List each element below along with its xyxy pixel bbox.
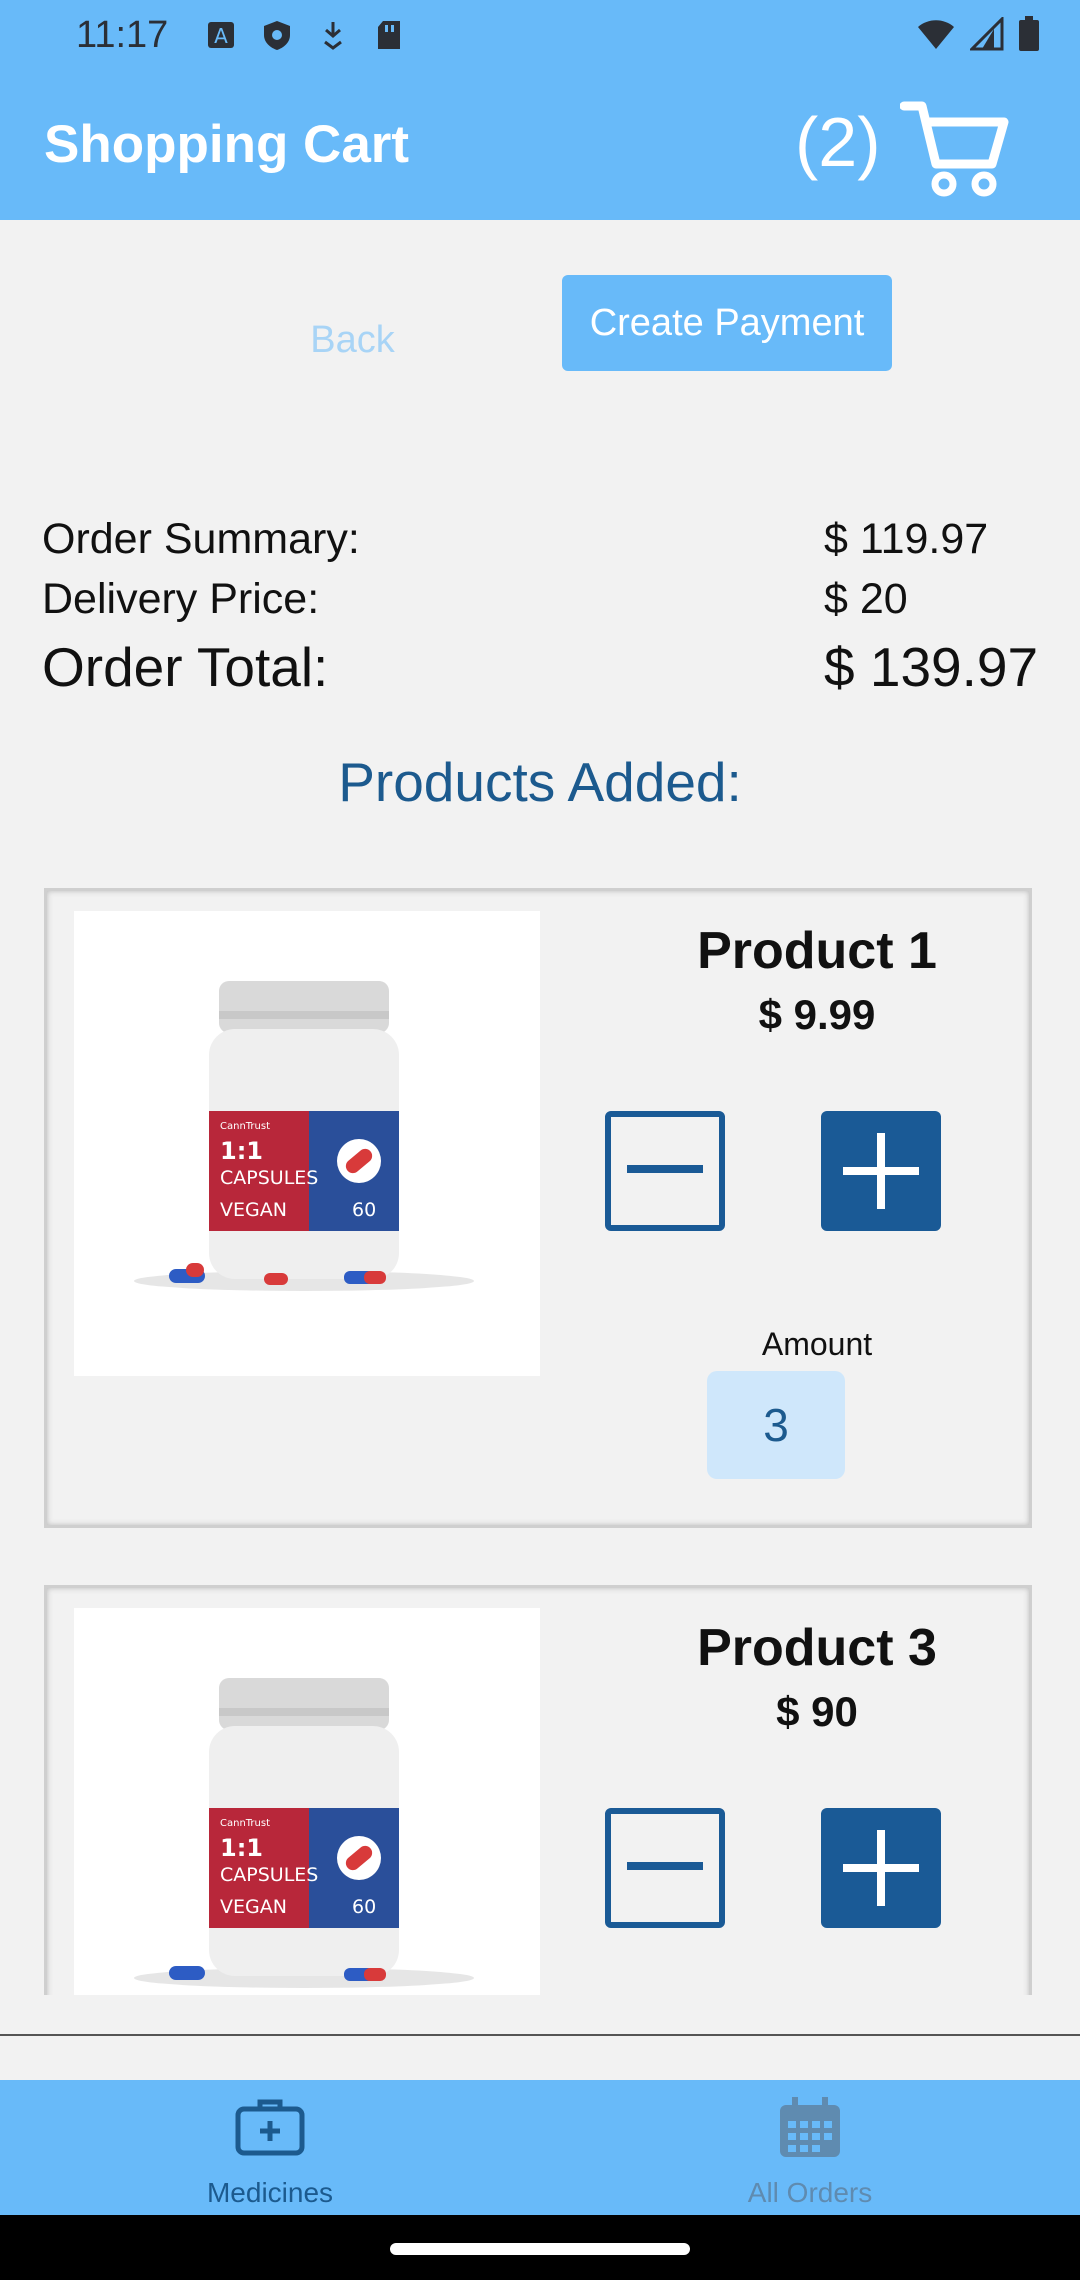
vegan-text: VEGAN bbox=[220, 1896, 287, 1918]
cart-content[interactable]: Back Create Payment Order Summary: $ 119… bbox=[0, 220, 1080, 1995]
page-title: Shopping Cart bbox=[44, 115, 410, 174]
nav-all-orders[interactable]: All Orders bbox=[540, 2080, 1080, 2215]
system-icons bbox=[916, 16, 1040, 52]
medical-kit-icon bbox=[235, 2099, 305, 2156]
create-payment-button[interactable]: Create Payment bbox=[562, 275, 892, 371]
product-price: $ 9.99 bbox=[758, 991, 876, 1038]
back-button[interactable]: Back bbox=[250, 295, 455, 385]
ratio-text: 1:1 bbox=[220, 1834, 263, 1862]
nav-medicines-label: Medicines bbox=[206, 2177, 334, 2208]
divider bbox=[0, 2034, 1080, 2036]
wifi-icon bbox=[918, 20, 954, 49]
amount-field[interactable]: 3 bbox=[707, 1371, 845, 1479]
product-card: CannTrust 1:1 CAPSULES VEGAN 60 Product … bbox=[44, 1585, 1032, 1995]
download-icon bbox=[324, 22, 342, 50]
product-name: Product 3 bbox=[697, 1619, 937, 1677]
sd-card-icon bbox=[378, 21, 400, 49]
cart-icon[interactable] bbox=[900, 98, 1010, 198]
order-total-label: Order Total: bbox=[42, 636, 329, 698]
increase-quantity-button[interactable] bbox=[821, 1808, 941, 1928]
product-price: $ 90 bbox=[776, 1688, 858, 1735]
count-text: 60 bbox=[352, 1896, 376, 1918]
product-image: CannTrust 1:1 CAPSULES VEGAN 60 bbox=[74, 1608, 540, 1995]
ratio-text: 1:1 bbox=[220, 1137, 263, 1165]
notification-icons: A bbox=[205, 18, 405, 52]
bottom-navigation: Medicines All Orders bbox=[0, 2080, 1080, 2215]
shield-icon bbox=[264, 21, 290, 50]
brand-text: CannTrust bbox=[220, 1818, 270, 1829]
product-image: CannTrust 1:1 CAPSULES VEGAN 60 bbox=[74, 911, 540, 1376]
decrease-quantity-button[interactable] bbox=[605, 1111, 725, 1231]
count-text: 60 bbox=[352, 1199, 376, 1221]
decrease-quantity-button[interactable] bbox=[605, 1808, 725, 1928]
keyboard-a-icon: A bbox=[208, 22, 234, 48]
svg-text:A: A bbox=[214, 24, 228, 48]
nav-all-orders-label: All Orders bbox=[747, 2177, 873, 2208]
calendar-icon bbox=[780, 2097, 840, 2157]
delivery-price-label: Delivery Price: bbox=[42, 575, 320, 623]
product-card: CannTrust 1:1 CAPSULES VEGAN 60 Product … bbox=[44, 888, 1032, 1528]
order-summary-label: Order Summary: bbox=[42, 515, 360, 563]
brand-text: CannTrust bbox=[220, 1121, 270, 1132]
gesture-bar bbox=[0, 2215, 1080, 2280]
app-bar: Shopping Cart (2) bbox=[0, 70, 1080, 220]
product-name: Product 1 bbox=[697, 922, 937, 980]
home-indicator[interactable] bbox=[390, 2243, 690, 2255]
battery-icon bbox=[1019, 16, 1039, 51]
capsules-text: CAPSULES bbox=[220, 1167, 318, 1189]
signal-icon bbox=[970, 17, 1004, 51]
order-total-value: $ 139.97 bbox=[824, 636, 1039, 698]
order-summary-value: $ 119.97 bbox=[824, 515, 989, 563]
increase-quantity-button[interactable] bbox=[821, 1111, 941, 1231]
nav-medicines[interactable]: Medicines bbox=[0, 2080, 540, 2215]
capsules-text: CAPSULES bbox=[220, 1864, 318, 1886]
products-heading: Products Added: bbox=[338, 751, 742, 813]
status-bar: 11:17 A bbox=[0, 0, 1080, 70]
amount-label: Amount bbox=[761, 1326, 873, 1362]
delivery-price-value: $ 20 bbox=[824, 575, 908, 623]
status-time: 11:17 bbox=[76, 14, 169, 56]
vegan-text: VEGAN bbox=[220, 1199, 287, 1221]
cart-count: (2) bbox=[795, 103, 881, 181]
